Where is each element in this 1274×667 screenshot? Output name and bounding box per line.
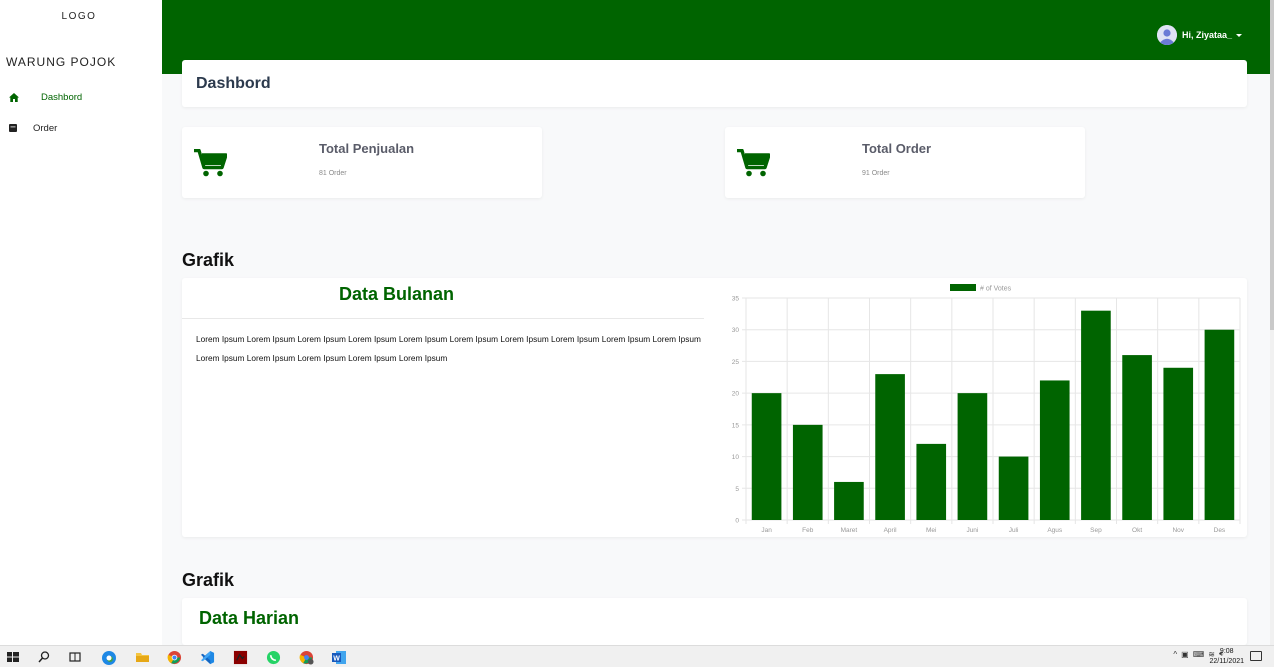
bar [1122, 355, 1152, 520]
sidebar-item-dashboard[interactable]: Dashbord [0, 86, 162, 108]
legend-swatch [950, 284, 976, 291]
stat-value: 91 Order [862, 170, 890, 177]
section-title: Grafik [182, 570, 235, 590]
bar [1081, 310, 1111, 520]
file-explorer-icon[interactable] [135, 650, 149, 664]
task-view-icon[interactable] [68, 650, 82, 664]
clock-date: 22/11/2021 [1209, 658, 1244, 665]
legend-label: # of Votes [980, 286, 1012, 293]
y-tick-label: 5 [735, 486, 739, 493]
bar [1204, 329, 1235, 520]
stat-value: 81 Order [319, 170, 347, 177]
stat-title: Total Order [862, 141, 932, 156]
x-tick-label: Okt [1132, 527, 1142, 534]
y-tick-label: 25 [732, 359, 740, 366]
stat-card-total-order: Total Order 91 Order [725, 127, 1085, 198]
chrome-profile-icon[interactable] [299, 650, 314, 665]
x-tick-label: Juni [966, 527, 978, 534]
scrollbar-thumb[interactable] [1270, 0, 1274, 330]
y-tick-label: 10 [732, 454, 740, 461]
svg-text:W: W [333, 656, 340, 663]
search-icon[interactable] [37, 650, 51, 664]
graph-heading: Data Bulanan [339, 284, 455, 304]
bar [875, 374, 905, 520]
x-tick-label: Maret [841, 527, 858, 534]
chevron-up-icon[interactable]: ^ [1173, 650, 1177, 659]
display-icon[interactable]: ▣ [1181, 650, 1189, 659]
clock[interactable]: 9:08 22/11/2021 [1209, 647, 1244, 667]
brand-name: WARUNG POJOK [6, 55, 117, 69]
stat-title: Total Penjualan [319, 141, 415, 156]
vscode-icon[interactable] [200, 650, 215, 665]
taskbar: W ^ ▣ ⌨ ≋ 🔉︎ 9:08 22/11/2021 [0, 645, 1274, 667]
clipboard-icon [9, 124, 27, 132]
y-tick-label: 35 [732, 296, 740, 303]
keyboard-icon[interactable]: ⌨ [1193, 650, 1205, 659]
bar-chart: # of Votes 0 5 10 15 20 25 30 35 Jan Feb Maret April… [732, 284, 1241, 534]
shopping-cart-icon [737, 148, 771, 182]
chevron-down-icon [1236, 33, 1242, 37]
page-header: Dashbord [182, 60, 1247, 107]
x-tick-label: Nov [1172, 527, 1184, 534]
chrome-icon[interactable] [167, 650, 182, 665]
x-tick-label: Feb [802, 527, 814, 534]
x-tick-label: Mei [926, 527, 936, 534]
x-tick-label: Des [1214, 527, 1226, 534]
sidebar: LOGO WARUNG POJOK Dashbord Order [0, 0, 162, 645]
description-text: Lorem Ipsum Lorem Ipsum Lorem Ipsum Lore… [196, 334, 701, 363]
y-tick-label: 15 [732, 422, 740, 429]
logo: LOGO [61, 11, 97, 22]
bar [751, 393, 782, 520]
sidebar-item-order[interactable]: Order [0, 117, 162, 139]
bar [916, 443, 947, 520]
scrollbar[interactable] [1270, 0, 1274, 645]
bar [1163, 367, 1194, 520]
clock-time: 9:08 [1219, 648, 1234, 655]
y-tick-label: 30 [732, 327, 740, 334]
bar [957, 393, 988, 520]
x-tick-label: Juli [1009, 527, 1019, 534]
windows-start-icon[interactable] [6, 650, 20, 664]
bar [834, 481, 864, 520]
shopping-cart-icon [194, 148, 228, 182]
edge-icon[interactable] [101, 650, 116, 665]
y-tick-label: 20 [732, 391, 740, 398]
bar [792, 424, 823, 520]
x-tick-label: April [884, 527, 898, 534]
x-tick-label: Jan [761, 527, 772, 534]
user-greeting: Hi, Ziyataa_ [1181, 30, 1232, 40]
x-tick-label: Sep [1090, 527, 1102, 534]
section-title: Grafik [182, 250, 235, 270]
whatsapp-icon[interactable] [266, 650, 281, 665]
app-icon[interactable] [233, 650, 248, 665]
divider [182, 318, 704, 319]
y-tick-label: 0 [735, 518, 739, 525]
graph-heading: Data Harian [199, 608, 300, 628]
page-title: Dashbord [196, 75, 271, 92]
user-menu[interactable]: Hi, Ziyataa_ [1156, 25, 1242, 45]
x-tick-label: Agus [1047, 527, 1063, 534]
stat-card-total-penjualan: Total Penjualan 81 Order [182, 127, 542, 198]
bar [1039, 380, 1070, 520]
sidebar-item-label: Order [33, 122, 58, 134]
monthly-graph-card: Data Bulanan Lorem Ipsum Lorem Ipsum Lor… [182, 278, 1247, 537]
word-icon[interactable]: W [331, 650, 346, 664]
daily-graph-card: Data Harian [182, 598, 1247, 645]
notification-icon[interactable] [1250, 651, 1262, 661]
bar [998, 456, 1029, 520]
avatar [1156, 25, 1177, 45]
sidebar-item-label: Dashbord [41, 91, 83, 103]
home-icon [9, 92, 27, 102]
